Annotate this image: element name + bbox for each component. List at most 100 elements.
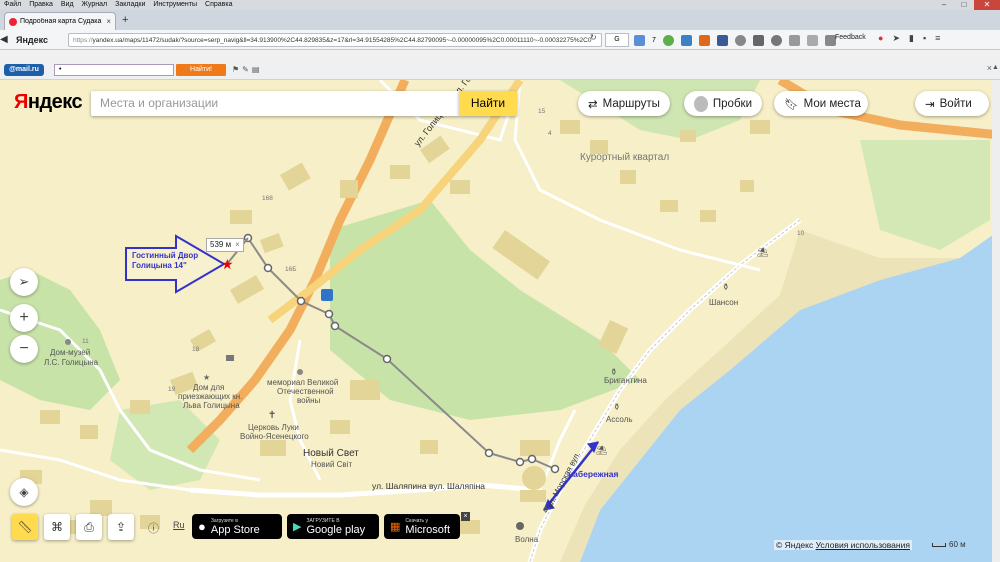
- store-close-icon[interactable]: ×: [461, 512, 470, 521]
- park-area-5: [110, 400, 220, 490]
- tab-title: Подробная карта Судака ...: [20, 18, 104, 25]
- mailru-search-button[interactable]: Найти!: [176, 64, 226, 76]
- windows-icon: ▦: [390, 521, 401, 533]
- my-places-button[interactable]: 🔖︎ Мои места: [774, 91, 868, 116]
- google-play-name: Google play: [306, 523, 366, 536]
- lock-icon[interactable]: [788, 34, 800, 46]
- apple-icon: ●: [198, 519, 206, 534]
- language-link[interactable]: Ru: [173, 520, 185, 530]
- star-icon[interactable]: [806, 34, 818, 46]
- map-view[interactable]: ★ ⛱ ⛱ ⚱ ⚱ ⚱ ⚱ ✝ ★ Курортный квартал ул. …: [0, 80, 1000, 562]
- menu-view[interactable]: Вид: [61, 0, 74, 10]
- share-icon[interactable]: ⇪: [108, 514, 134, 540]
- play-icon: ▶: [293, 521, 302, 533]
- search-button[interactable]: Найти: [459, 91, 517, 116]
- zoom-in-button[interactable]: +: [10, 304, 38, 332]
- map-canvas[interactable]: ★ ⛱ ⛱ ⚱ ⚱ ⚱ ⚱ ✝ ★: [0, 80, 1000, 562]
- lock-small-icon[interactable]: ▪: [923, 33, 926, 44]
- extension-orange-icon[interactable]: [698, 34, 710, 46]
- hotel-annotation-line2: Голицына 14": [132, 261, 187, 270]
- geolocation-icon[interactable]: ➢: [10, 268, 38, 296]
- hotel-annotation: Гостинный Двор Голицына 14": [132, 251, 198, 271]
- hamburger-menu-icon[interactable]: ≡: [935, 33, 940, 44]
- traffic-label: Пробки: [712, 97, 752, 110]
- navigation-bar: ◀ Яндекс https:// yandex.ua/maps/11472/s…: [0, 30, 1000, 50]
- download-icon[interactable]: [752, 34, 764, 46]
- url-scheme: https://: [73, 36, 93, 44]
- house-number-10: 10: [797, 230, 805, 237]
- house-label-2: приезжающих кн.: [178, 392, 243, 401]
- logo-letter: Я: [14, 91, 28, 113]
- logo-rest: ндекс: [27, 91, 83, 113]
- clipboard-icon[interactable]: ▮: [909, 33, 914, 44]
- page-scrollbar[interactable]: [992, 80, 1000, 562]
- app-store-badge[interactable]: ● Загрузите в App Store: [192, 514, 282, 539]
- login-button[interactable]: ⇥ Войти: [915, 91, 989, 116]
- distance-value: 539 м: [210, 240, 232, 249]
- print-icon[interactable]: ⎙: [76, 514, 102, 540]
- bookmark-icon: 🔖︎: [784, 98, 799, 111]
- copyright-line: © Яндекс Условия использования: [774, 540, 912, 550]
- menu-file[interactable]: Файл: [4, 0, 21, 10]
- round-building: [522, 466, 546, 490]
- menu-help[interactable]: Справка: [205, 0, 232, 10]
- shalyapina-road: [189, 482, 541, 498]
- window-controls: – □ ✕: [934, 0, 1000, 10]
- menu-bookmarks[interactable]: Закладки: [115, 0, 145, 10]
- search-input[interactable]: Места и организации: [91, 91, 459, 116]
- yandex-logo[interactable]: Яндекс: [14, 91, 83, 114]
- church-label-1: Церковь Луки: [248, 423, 299, 432]
- mailru-tools-icon[interactable]: ⚑✎▤: [232, 65, 262, 74]
- info-icon[interactable]: ⓘ: [148, 520, 159, 536]
- menu-history[interactable]: Журнал: [82, 0, 108, 10]
- search-engine-box[interactable]: G: [605, 33, 629, 47]
- park-area-4: [860, 140, 990, 250]
- facebook-icon[interactable]: [716, 34, 728, 46]
- mailru-logo[interactable]: @mail.ru: [4, 64, 44, 76]
- extension-green-icon[interactable]: [662, 34, 674, 46]
- sound-icon[interactable]: [734, 34, 746, 46]
- tab-close-icon[interactable]: ×: [106, 17, 111, 26]
- minimize-button[interactable]: –: [934, 0, 954, 10]
- beach-umbrella-icon: ⛱: [757, 247, 768, 258]
- browser-brand[interactable]: Яндекс: [16, 35, 64, 45]
- restaurant-icon-3: ⚱: [613, 403, 621, 413]
- os-menu-bar: Файл Правка Вид Журнал Закладки Инструме…: [0, 0, 1000, 10]
- feedback-button[interactable]: Feedback: [835, 34, 866, 41]
- distance-close-icon[interactable]: ×: [235, 239, 240, 251]
- mail-icon: [226, 355, 234, 361]
- new-tab-button[interactable]: +: [122, 14, 128, 26]
- zoom-out-button[interactable]: −: [10, 335, 38, 363]
- memorial-icon: [297, 369, 303, 375]
- adblock-icon[interactable]: ●: [878, 33, 883, 44]
- back-arrow-icon[interactable]: ◀: [0, 34, 12, 45]
- reload-icon[interactable]: ↻: [590, 33, 597, 42]
- login-icon: ⇥: [925, 98, 935, 111]
- ruler-icon[interactable]: 📏︎: [12, 514, 38, 540]
- routes-button[interactable]: ⇄ Маршруты: [578, 91, 670, 116]
- microsoft-badge[interactable]: ▦ Скачать у Microsoft: [384, 514, 460, 539]
- extension-blue-icon[interactable]: [680, 34, 692, 46]
- menu-edit[interactable]: Правка: [29, 0, 53, 10]
- mailru-search-input[interactable]: •: [54, 64, 174, 76]
- scroll-up-arrow-icon[interactable]: ▲: [992, 64, 1000, 74]
- menu-tools[interactable]: Инструменты: [153, 0, 197, 10]
- address-bar[interactable]: https:// yandex.ua/maps/11472/sudak/?sou…: [68, 33, 602, 47]
- map-pin-icon: [9, 17, 17, 26]
- layers-icon[interactable]: ◈: [10, 478, 38, 506]
- send-icon[interactable]: ➤: [892, 33, 900, 44]
- close-window-button[interactable]: ✕: [974, 0, 1000, 10]
- house-star-icon: ★: [203, 373, 210, 382]
- hotel-poi-icon: [516, 522, 524, 530]
- chat-icon[interactable]: [770, 34, 782, 46]
- newworld-label-2: Новий Світ: [311, 460, 353, 469]
- weather-icon[interactable]: [634, 34, 645, 46]
- maximize-button[interactable]: □: [954, 0, 974, 10]
- app-store-name: App Store: [210, 523, 260, 536]
- browser-tab[interactable]: Подробная карта Судака ... ×: [4, 12, 116, 30]
- panorama-binoculars-icon[interactable]: ⌘: [44, 514, 70, 540]
- red-star-icon: ★: [221, 257, 234, 273]
- traffic-button[interactable]: Пробки: [684, 91, 762, 116]
- terms-link[interactable]: Условия использования: [816, 540, 910, 550]
- google-play-badge[interactable]: ▶ ЗАГРУЗИТЕ В Google play: [287, 514, 379, 539]
